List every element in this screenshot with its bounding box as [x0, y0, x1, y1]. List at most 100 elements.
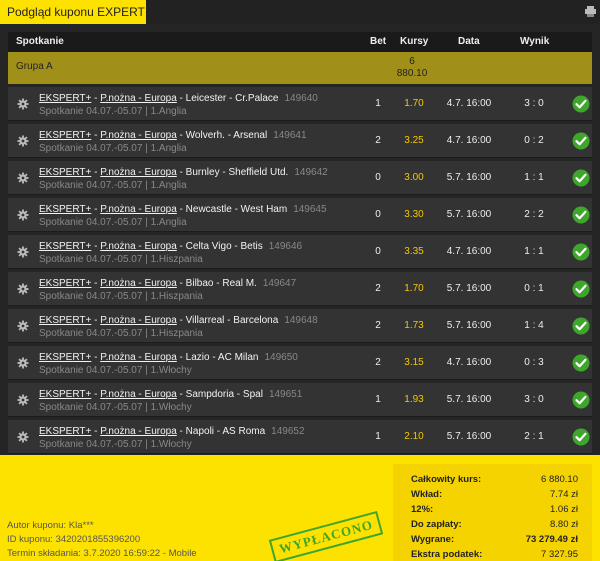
gear-icon[interactable]	[17, 98, 29, 110]
prefix-link[interactable]: EKSPERT+	[39, 278, 91, 289]
gear-icon[interactable]	[17, 357, 29, 369]
match-result: 0 : 2	[524, 135, 544, 146]
match-title: EKSPERT+ - P.nożna - Europa - Villarreal…	[39, 315, 318, 326]
author-label: Autor kuponu: Kla***	[7, 520, 94, 531]
sport-link[interactable]: P.nożna - Europa	[100, 241, 177, 252]
group-line1: 6	[409, 56, 415, 67]
header-bet: Bet	[370, 36, 387, 47]
match-title: EKSPERT+ - P.nożna - Europa - Celta Vigo…	[39, 241, 303, 252]
match-date: 5.7. 16:00	[446, 283, 492, 294]
sport-link[interactable]: P.nożna - Europa	[100, 167, 177, 178]
summary-value: 7.74 zł	[550, 489, 578, 500]
summary-value: 8.80 zł	[550, 519, 578, 530]
sport-link[interactable]: P.nożna - Europa	[100, 204, 177, 215]
match-meta: Spotkanie 04.07.-05.07 | 1.Hiszpania	[39, 291, 203, 302]
match-title: EKSPERT+ - P.nożna - Europa - Napoli - A…	[39, 426, 305, 437]
bet-value: 2	[375, 320, 381, 331]
match-date: 5.7. 16:00	[446, 320, 492, 331]
check-icon	[572, 169, 590, 187]
summary-label: Do zapłaty:	[411, 519, 462, 530]
gear-icon[interactable]	[17, 246, 29, 258]
prefix-link[interactable]: EKSPERT+	[39, 204, 91, 215]
table-row: EKSPERT+ - P.nożna - Europa - Bilbao - R…	[8, 272, 592, 306]
prefix-link[interactable]: EKSPERT+	[39, 93, 91, 104]
gear-icon[interactable]	[17, 320, 29, 332]
match-date: 4.7. 16:00	[446, 357, 492, 368]
teams: Sampdoria - Spal	[185, 389, 263, 400]
match-result: 3 : 0	[524, 98, 544, 109]
summary-value: 1.06 zł	[550, 504, 578, 515]
match-title: EKSPERT+ - P.nożna - Europa - Newcastle …	[39, 204, 327, 215]
prefix-link[interactable]: EKSPERT+	[39, 426, 91, 437]
match-result: 0 : 1	[524, 283, 544, 294]
top-bar: Podgląd kuponu EXPERT	[0, 0, 600, 24]
table-row: EKSPERT+ - P.nożna - Europa - Celta Vigo…	[8, 235, 592, 269]
sport-link[interactable]: P.nożna - Europa	[100, 426, 177, 437]
prefix-link[interactable]: EKSPERT+	[39, 167, 91, 178]
prefix-link[interactable]: EKSPERT+	[39, 315, 91, 326]
table-row: EKSPERT+ - P.nożna - Europa - Lazio - AC…	[8, 346, 592, 380]
table-row: EKSPERT+ - P.nożna - Europa - Napoli - A…	[8, 420, 592, 454]
check-icon	[572, 95, 590, 113]
table-row: EKSPERT+ - P.nożna - Europa - Leicester …	[8, 87, 592, 121]
odds-value: 1.93	[404, 394, 424, 405]
match-result: 3 : 0	[524, 394, 544, 405]
gear-icon[interactable]	[17, 431, 29, 443]
match-title: EKSPERT+ - P.nożna - Europa - Lazio - AC…	[39, 352, 298, 363]
paid-stamp: WYPŁACONO	[268, 510, 384, 561]
teams: Villarreal - Barcelona	[185, 315, 279, 326]
bet-value: 2	[375, 135, 381, 146]
summary-label: Całkowity kurs:	[411, 474, 482, 485]
group-row: Grupa A 6 880.10	[8, 52, 592, 84]
match-title: EKSPERT+ - P.nożna - Europa - Bilbao - R…	[39, 278, 297, 289]
sport-link[interactable]: P.nożna - Europa	[100, 278, 177, 289]
table-header: Spotkanie Bet Kursy Data Wynik	[8, 32, 592, 52]
summary-label: 12%:	[411, 504, 434, 515]
match-date: 5.7. 16:00	[446, 431, 492, 442]
gear-icon[interactable]	[17, 209, 29, 221]
header-result: Wynik	[520, 36, 550, 47]
teams: Burnley - Sheffield Utd.	[185, 167, 289, 178]
group-line2: 880.10	[396, 68, 428, 79]
bet-value: 2	[375, 357, 381, 368]
match-meta: Spotkanie 04.07.-05.07 | 1.Włochy	[39, 402, 192, 413]
tab-coupon-preview[interactable]: Podgląd kuponu EXPERT	[0, 0, 146, 24]
table-row: EKSPERT+ - P.nożna - Europa - Villarreal…	[8, 309, 592, 343]
match-title: EKSPERT+ - P.nożna - Europa - Wolverh. -…	[39, 130, 307, 141]
sport-link[interactable]: P.nożna - Europa	[100, 352, 177, 363]
print-icon[interactable]	[585, 6, 596, 17]
gear-icon[interactable]	[17, 394, 29, 406]
gear-icon[interactable]	[17, 172, 29, 184]
sport-link[interactable]: P.nożna - Europa	[100, 389, 177, 400]
table-row: EKSPERT+ - P.nożna - Europa - Burnley - …	[8, 161, 592, 195]
summary-label: Wygrane:	[411, 534, 455, 545]
prefix-link[interactable]: EKSPERT+	[39, 130, 91, 141]
odds-value: 1.70	[404, 283, 424, 294]
event-id: 149650	[264, 352, 298, 363]
event-id: 149646	[268, 241, 303, 252]
match-date: 4.7. 16:00	[446, 135, 492, 146]
sport-link[interactable]: P.nożna - Europa	[100, 130, 177, 141]
check-icon	[572, 280, 590, 298]
summary-value: 6 880.10	[541, 474, 578, 485]
match-title: EKSPERT+ - P.nożna - Europa - Sampdoria …	[39, 389, 303, 400]
summary-label: Ekstra podatek:	[411, 549, 483, 560]
prefix-link[interactable]: EKSPERT+	[39, 241, 91, 252]
table-row: EKSPERT+ - P.nożna - Europa - Sampdoria …	[8, 383, 592, 417]
match-date: 5.7. 16:00	[446, 394, 492, 405]
match-result: 2 : 1	[524, 431, 544, 442]
match-meta: Spotkanie 04.07.-05.07 | 1.Anglia	[39, 143, 187, 154]
sport-link[interactable]: P.nożna - Europa	[100, 315, 177, 326]
match-meta: Spotkanie 04.07.-05.07 | 1.Włochy	[39, 365, 192, 376]
event-id: 149647	[262, 278, 297, 289]
match-date: 4.7. 16:00	[446, 246, 492, 257]
check-icon	[572, 391, 590, 409]
gear-icon[interactable]	[17, 283, 29, 295]
sport-link[interactable]: P.nożna - Europa	[100, 93, 177, 104]
prefix-link[interactable]: EKSPERT+	[39, 352, 91, 363]
prefix-link[interactable]: EKSPERT+	[39, 389, 91, 400]
odds-value: 3.30	[404, 209, 424, 220]
gear-icon[interactable]	[17, 135, 29, 147]
event-id: 149652	[271, 426, 305, 437]
submit-time: Termin składania: 3.7.2020 16:59:22 - Mo…	[7, 548, 197, 559]
